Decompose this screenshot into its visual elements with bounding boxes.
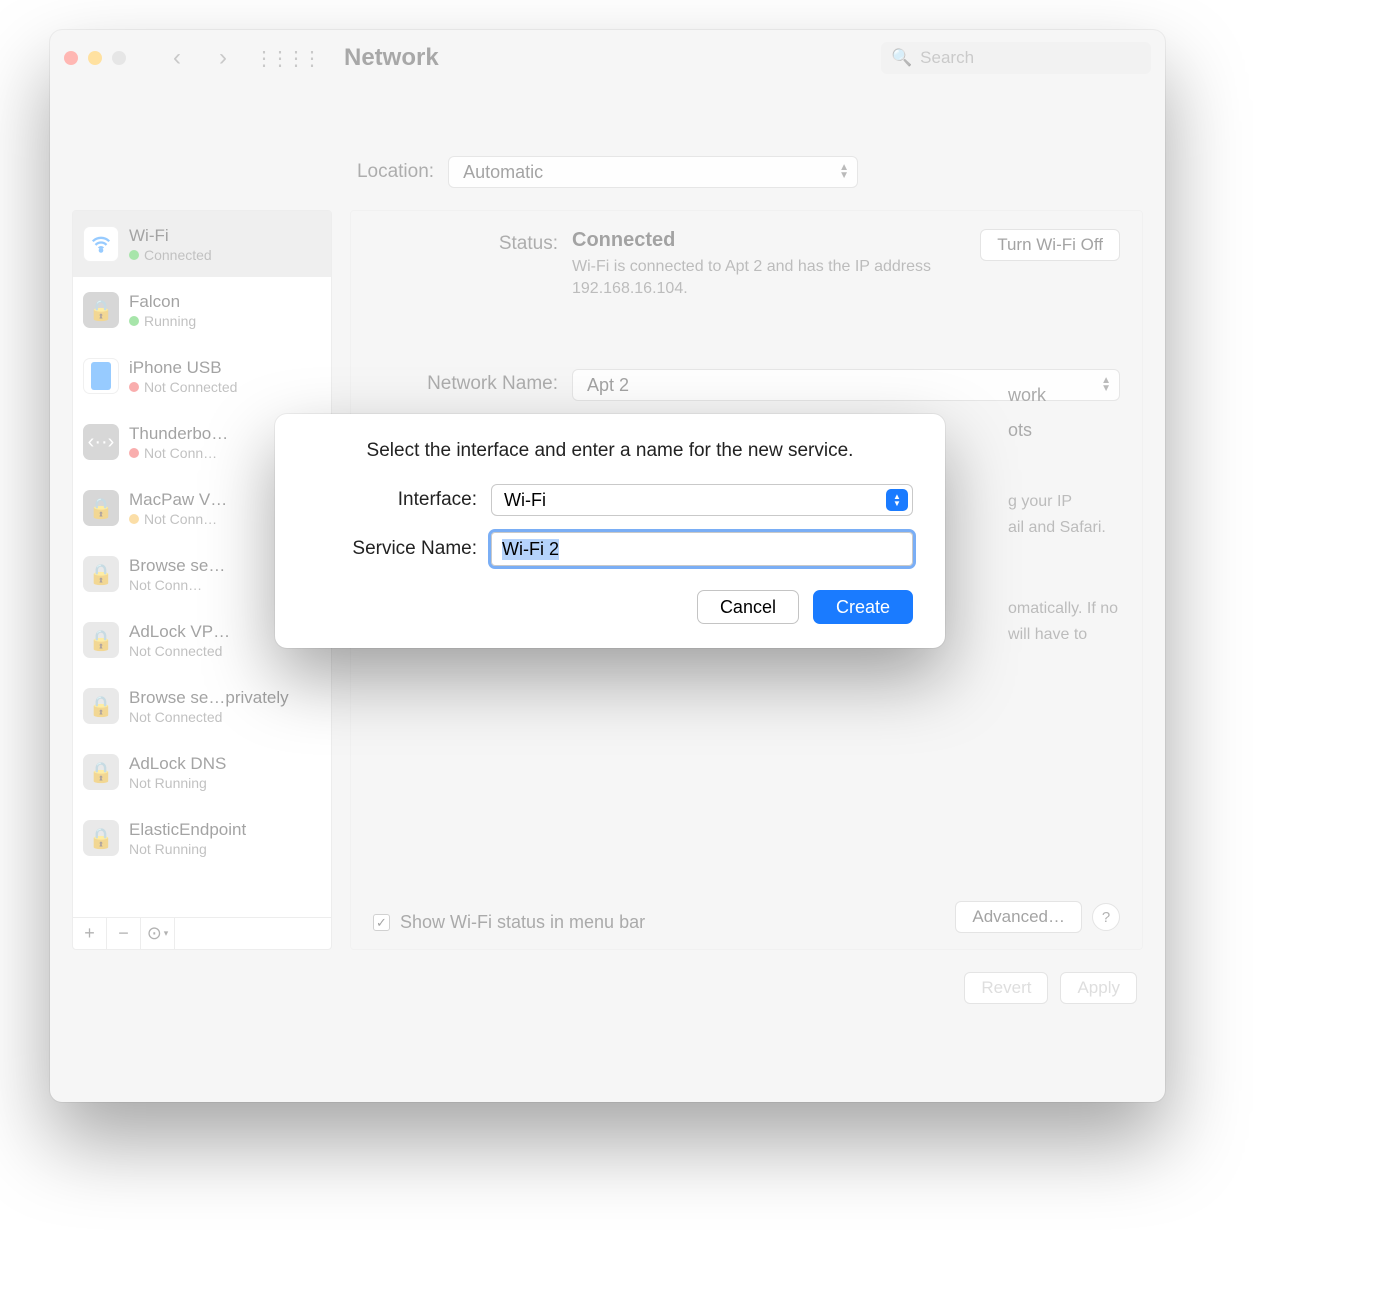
cancel-button[interactable]: Cancel [697,590,799,624]
help-button[interactable]: ? [1092,903,1120,931]
sidebar-item-name: Thunderbo… [129,424,228,444]
checkmark-icon: ✓ [373,914,390,931]
status-dot-icon [129,448,139,458]
window-controls [64,51,126,65]
sidebar-item-status: Not Conn… [129,577,225,593]
sidebar-item-iphone-usb[interactable]: iPhone USBNot Connected [73,343,331,409]
minimize-window-button[interactable] [88,51,102,65]
lock-icon: 🔒 [83,292,119,328]
more-actions-button[interactable]: ⊙▾ [141,918,175,949]
lock-icon: 🔒 [83,622,119,658]
status-dot-icon [129,382,139,392]
question-icon: ? [1102,909,1110,926]
sidebar-item-status: Connected [129,247,212,263]
sidebar-item-status: Not Connected [129,379,237,395]
chevron-right-icon: › [219,44,227,72]
create-button[interactable]: Create [813,590,913,624]
sidebar-item-browse-se-privately[interactable]: 🔒 Browse se…privatelyNot Connected [73,673,331,739]
lock-icon: 🔒 [83,754,119,790]
sidebar-item-name: ElasticEndpoint [129,820,246,840]
sidebar-item-status: Running [129,313,196,329]
sidebar-item-elasticendpoint[interactable]: 🔒 ElasticEndpointNot Running [73,805,331,871]
status-label: Status: [373,229,558,299]
obscured-text: omatically. If no [1008,598,1118,620]
sidebar-item-status: Not Conn… [129,511,227,527]
remove-service-button[interactable]: − [107,918,141,949]
sidebar-item-name: iPhone USB [129,358,237,378]
sidebar-item-falcon[interactable]: 🔒 FalconRunning [73,277,331,343]
location-row: Location: Automatic ▲▼ [50,156,1165,188]
service-name-label: Service Name: [307,538,477,560]
location-select[interactable]: Automatic ▲▼ [448,156,858,188]
network-name-value: Apt 2 [587,375,629,396]
search-field[interactable]: 🔍 Search [881,42,1151,74]
turn-wifi-off-button[interactable]: Turn Wi-Fi Off [980,229,1120,261]
add-service-button[interactable]: + [73,918,107,949]
sidebar-item-status: Not Running [129,775,226,791]
sidebar-item-wi-fi[interactable]: Wi-FiConnected [73,211,331,277]
interface-value: Wi-Fi [504,490,546,511]
status-value: Connected [572,229,960,252]
sidebar-item-status: Not Running [129,841,246,857]
sidebar-item-name: Wi-Fi [129,226,212,246]
obscured-text: will have to [1008,624,1118,646]
sidebar-toolbar: + − ⊙▾ [73,917,331,949]
status-dot-icon [129,514,139,524]
sidebar-item-name: AdLock DNS [129,754,226,774]
updown-icon: ▲▼ [886,489,908,511]
search-icon: 🔍 [891,48,912,68]
sidebar-item-name: Falcon [129,292,196,312]
forward-button[interactable]: › [208,43,238,73]
zoom-window-button[interactable] [112,51,126,65]
obscured-text: g your IP [1008,491,1118,513]
lock-icon: 🔒 [83,688,119,724]
back-button[interactable]: ‹ [162,43,192,73]
location-value: Automatic [463,162,543,183]
service-name-input[interactable] [491,532,913,566]
chevron-left-icon: ‹ [173,44,181,72]
obscured-text: work [1008,385,1118,406]
lock-icon: 🔒 [83,820,119,856]
window-title: Network [344,44,439,72]
search-placeholder: Search [920,48,974,68]
status-dot-icon [129,316,139,326]
new-service-dialog: Select the interface and enter a name fo… [275,414,945,648]
show-wifi-status-checkbox[interactable]: ✓ Show Wi-Fi status in menu bar [373,912,645,933]
chevron-down-icon: ▾ [164,928,169,939]
dialog-title: Select the interface and enter a name fo… [307,440,913,462]
phone-icon [83,358,119,394]
wifi-icon [83,226,119,262]
thunderbolt-icon: ‹··› [83,424,119,460]
show-wifi-status-label: Show Wi-Fi status in menu bar [400,912,645,933]
advanced-button[interactable]: Advanced… [955,901,1082,933]
close-window-button[interactable] [64,51,78,65]
show-all-button[interactable]: ⋮⋮⋮⋮ [254,46,318,71]
sidebar-item-status: Not Connected [129,643,230,659]
gear-icon: ⊙ [147,923,162,944]
obscured-text: ail and Safari. [1008,517,1118,539]
sidebar-item-name: AdLock VP… [129,622,230,642]
titlebar: ‹ › ⋮⋮⋮⋮ Network 🔍 Search [50,30,1165,86]
interface-label: Interface: [307,489,477,511]
sidebar-item-name: Browse se…privately [129,688,289,708]
network-name-label: Network Name: [373,369,558,401]
status-dot-icon [129,250,139,260]
revert-button[interactable]: Revert [964,972,1048,1004]
interface-select[interactable]: Wi-Fi ▲▼ [491,484,913,516]
sidebar-item-name: Browse se… [129,556,225,576]
updown-icon: ▲▼ [839,164,849,180]
location-label: Location: [357,161,434,183]
lock-icon: 🔒 [83,490,119,526]
sidebar-item-name: MacPaw V… [129,490,227,510]
status-description: Wi-Fi is connected to Apt 2 and has the … [572,256,960,299]
obscured-text: ots [1008,420,1118,441]
sidebar-item-adlock-dns[interactable]: 🔒 AdLock DNSNot Running [73,739,331,805]
sidebar-item-status: Not Connected [129,709,289,725]
footer-buttons: Revert Apply [50,950,1165,1026]
lock-icon: 🔒 [83,556,119,592]
apply-button[interactable]: Apply [1060,972,1137,1004]
sidebar-item-status: Not Conn… [129,445,228,461]
